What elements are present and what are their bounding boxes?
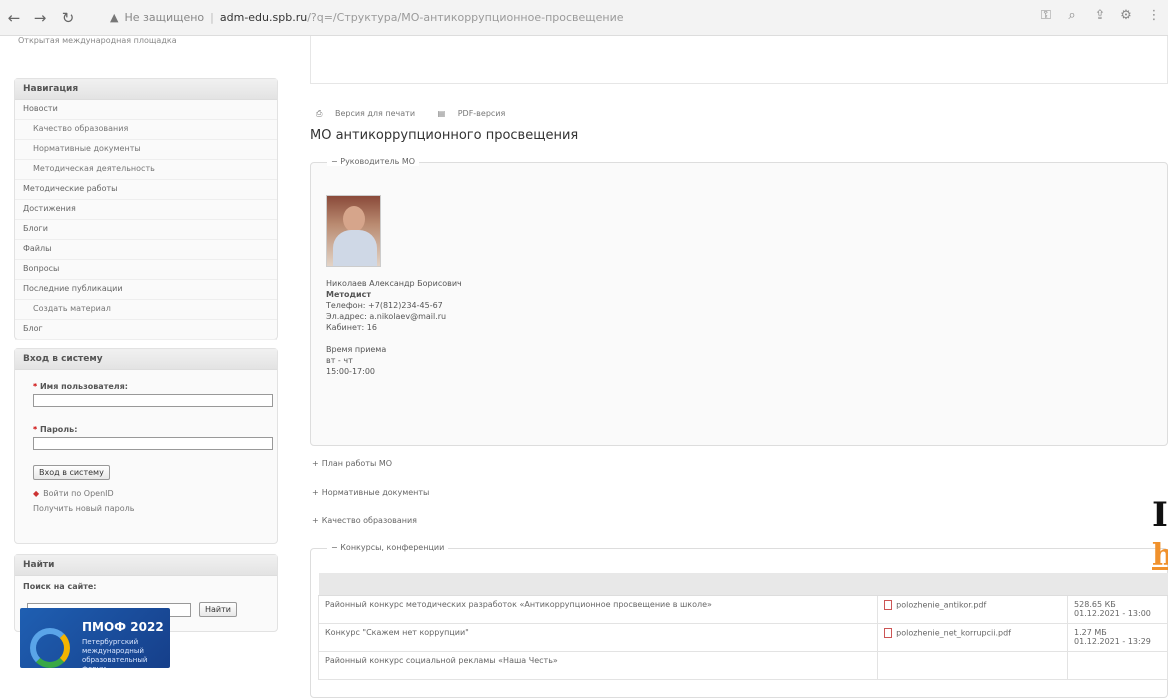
warning-icon: ▲ <box>110 11 119 24</box>
sidebar-top-text: Открытая международная площадка <box>18 36 177 45</box>
pmof-subtitle: Петербургский международный образователь… <box>82 638 148 668</box>
file-link[interactable]: polozhenie_net_korrupcii.pdf <box>896 628 1011 637</box>
sidebar-item[interactable]: Методическая деятельность <box>15 160 277 180</box>
file-meta: 1.27 МБ 01.12.2021 - 13:29 <box>1067 622 1168 652</box>
hours-time: 15:00-17:00 <box>326 367 375 376</box>
login-title: Вход в систему <box>15 349 277 370</box>
leader-name: Николаев Александр Борисович <box>326 279 462 288</box>
sidebar-item[interactable]: Блоги <box>15 220 277 240</box>
pmof-logo-icon <box>30 628 70 668</box>
file-link[interactable]: polozhenie_antikor.pdf <box>896 600 986 609</box>
sidebar-item[interactable]: Блог <box>15 320 277 340</box>
leader-role: Методист <box>326 290 371 299</box>
file-meta: 528.65 КБ 01.12.2021 - 13:00 <box>1067 594 1168 624</box>
sidebar-item[interactable]: Создать материал <box>15 300 277 320</box>
table-header <box>318 573 1168 596</box>
username-label: * Имя пользователя: <box>33 382 128 391</box>
table-row: Районный конкурс социальной рекламы «Наш… <box>317 650 1168 680</box>
sidebar-item[interactable]: Нормативные документы <box>15 140 277 160</box>
address-bar[interactable]: ▲ Не защищено | adm-edu.spb.ru/?q=/Структур… <box>110 6 1040 30</box>
print-links: ⎙ Версия для печати ▤ PDF-версия <box>316 109 525 119</box>
forward-icon[interactable]: → <box>30 8 50 28</box>
printer-icon: ⎙ <box>316 109 325 118</box>
sidebar-item[interactable]: Методические работы <box>15 180 277 200</box>
file-size: 1.27 МБ <box>1074 627 1107 637</box>
pdf-icon: ▤ <box>437 109 448 118</box>
section-quality[interactable]: + Качество образования <box>312 516 417 525</box>
login-button[interactable]: Вход в систему <box>33 465 110 480</box>
overlay-text-1: I <box>1152 495 1168 535</box>
sidebar-item[interactable]: Файлы <box>15 240 277 260</box>
forgot-password-link[interactable]: Получить новый пароль <box>15 501 277 516</box>
openid-icon: ◆ <box>33 489 40 498</box>
back-icon[interactable]: ← <box>4 8 24 28</box>
hours-days: вт - чт <box>326 356 353 365</box>
leader-photo <box>326 195 381 267</box>
pdf-file-icon <box>884 627 893 638</box>
pdf-file-icon <box>884 599 893 610</box>
contest-file[interactable]: polozhenie_antikor.pdf <box>877 594 1069 624</box>
contest-title: Конкурс "Скажем нет коррупции" <box>317 622 879 652</box>
sidebar-item[interactable]: Последние публикации <box>15 280 277 300</box>
hours-title: Время приема <box>326 345 387 354</box>
username-input[interactable] <box>33 394 273 407</box>
pdf-link[interactable]: ▤ PDF-версия <box>438 109 516 118</box>
leader-legend[interactable]: − Руководитель МО <box>327 157 420 166</box>
contest-file[interactable]: polozhenie_net_korrupcii.pdf <box>877 622 1069 652</box>
sidebar: Открытая международная площадка Навигаци… <box>14 36 278 695</box>
sidebar-item[interactable]: Качество образования <box>15 120 277 140</box>
menu-icon[interactable]: ⋮ <box>1144 8 1164 23</box>
file-date: 01.12.2021 - 13:29 <box>1074 636 1151 646</box>
zoom-icon[interactable]: ⌕ <box>1062 8 1082 23</box>
contests-table: Районный конкурс методических разработок… <box>317 573 1168 680</box>
print-link[interactable]: ⎙ Версия для печати <box>316 109 425 118</box>
password-input[interactable] <box>33 437 273 450</box>
leader-phone: Телефон: +7(812)234-45-67 <box>326 301 443 310</box>
collapse-icon: − <box>331 157 341 166</box>
security-label: Не защищено <box>124 11 205 24</box>
contest-file[interactable] <box>877 650 1069 680</box>
sidebar-item[interactable]: Новости <box>15 100 277 120</box>
navigation-list: Новости Качество образования Нормативные д… <box>15 100 277 340</box>
pmof-title: ПМОФ 2022 <box>82 620 164 634</box>
section-normative[interactable]: + Нормативные документы <box>312 488 429 497</box>
section-plan[interactable]: + План работы МО <box>312 459 392 468</box>
sidebar-item[interactable]: Достижения <box>15 200 277 220</box>
overlay-link-2[interactable]: h <box>1152 538 1168 573</box>
file-meta <box>1067 650 1168 680</box>
settings-icon[interactable]: ⚙ <box>1116 8 1136 23</box>
search-button[interactable]: Найти <box>199 602 237 617</box>
share-icon[interactable]: ⇪ <box>1090 8 1110 23</box>
top-box <box>310 36 1168 84</box>
openid-link[interactable]: ◆ Войти по OpenID <box>15 486 277 501</box>
collapse-icon: − <box>331 543 341 552</box>
browser-toolbar: ← → ↻ ▲ Не защищено | adm-edu.spb.ru/?q=/Ст… <box>0 0 1168 36</box>
pmof-banner[interactable]: ПМОФ 2022 Петербургский международный об… <box>20 608 170 668</box>
contest-title: Районный конкурс методических разработок… <box>317 594 879 624</box>
sidebar-item[interactable]: Вопросы <box>15 260 277 280</box>
url-path: /?q=/Структура/МО-антикоррупционное-прос… <box>307 11 624 24</box>
leader-email[interactable]: Эл.адрес: a.nikolaev@mail.ru <box>326 311 462 322</box>
login-block: Вход в систему * Имя пользователя: * Пар… <box>14 348 278 544</box>
search-label: Поиск на сайте: <box>23 582 97 591</box>
contests-legend[interactable]: − Конкурсы, конференции <box>327 543 449 552</box>
table-row: Конкурс "Скажем нет коррупции" polozhenie… <box>317 622 1168 652</box>
navigation-title: Навигация <box>15 79 277 100</box>
url-host: adm-edu.spb.ru <box>219 11 308 24</box>
page-title: МО антикоррупционного просвещения <box>310 128 579 143</box>
leader-info: Николаев Александр Борисович Методист Те… <box>326 278 462 377</box>
key-icon[interactable]: ⚿ <box>1036 8 1056 23</box>
file-size: 528.65 КБ <box>1074 599 1116 609</box>
search-title: Найти <box>15 555 277 576</box>
leader-room: Кабинет: 16 <box>326 323 377 332</box>
file-date: 01.12.2021 - 13:00 <box>1074 608 1151 618</box>
password-label: * Пароль: <box>33 425 78 434</box>
table-row: Районный конкурс методических разработок… <box>317 594 1168 624</box>
navigation-block: Навигация Новости Качество образования Нор… <box>14 78 278 340</box>
main-content: ⎙ Версия для печати ▤ PDF-версия МО анти… <box>298 36 1168 698</box>
reload-icon[interactable]: ↻ <box>58 8 78 28</box>
contest-title: Районный конкурс социальной рекламы «Наш… <box>317 650 879 680</box>
